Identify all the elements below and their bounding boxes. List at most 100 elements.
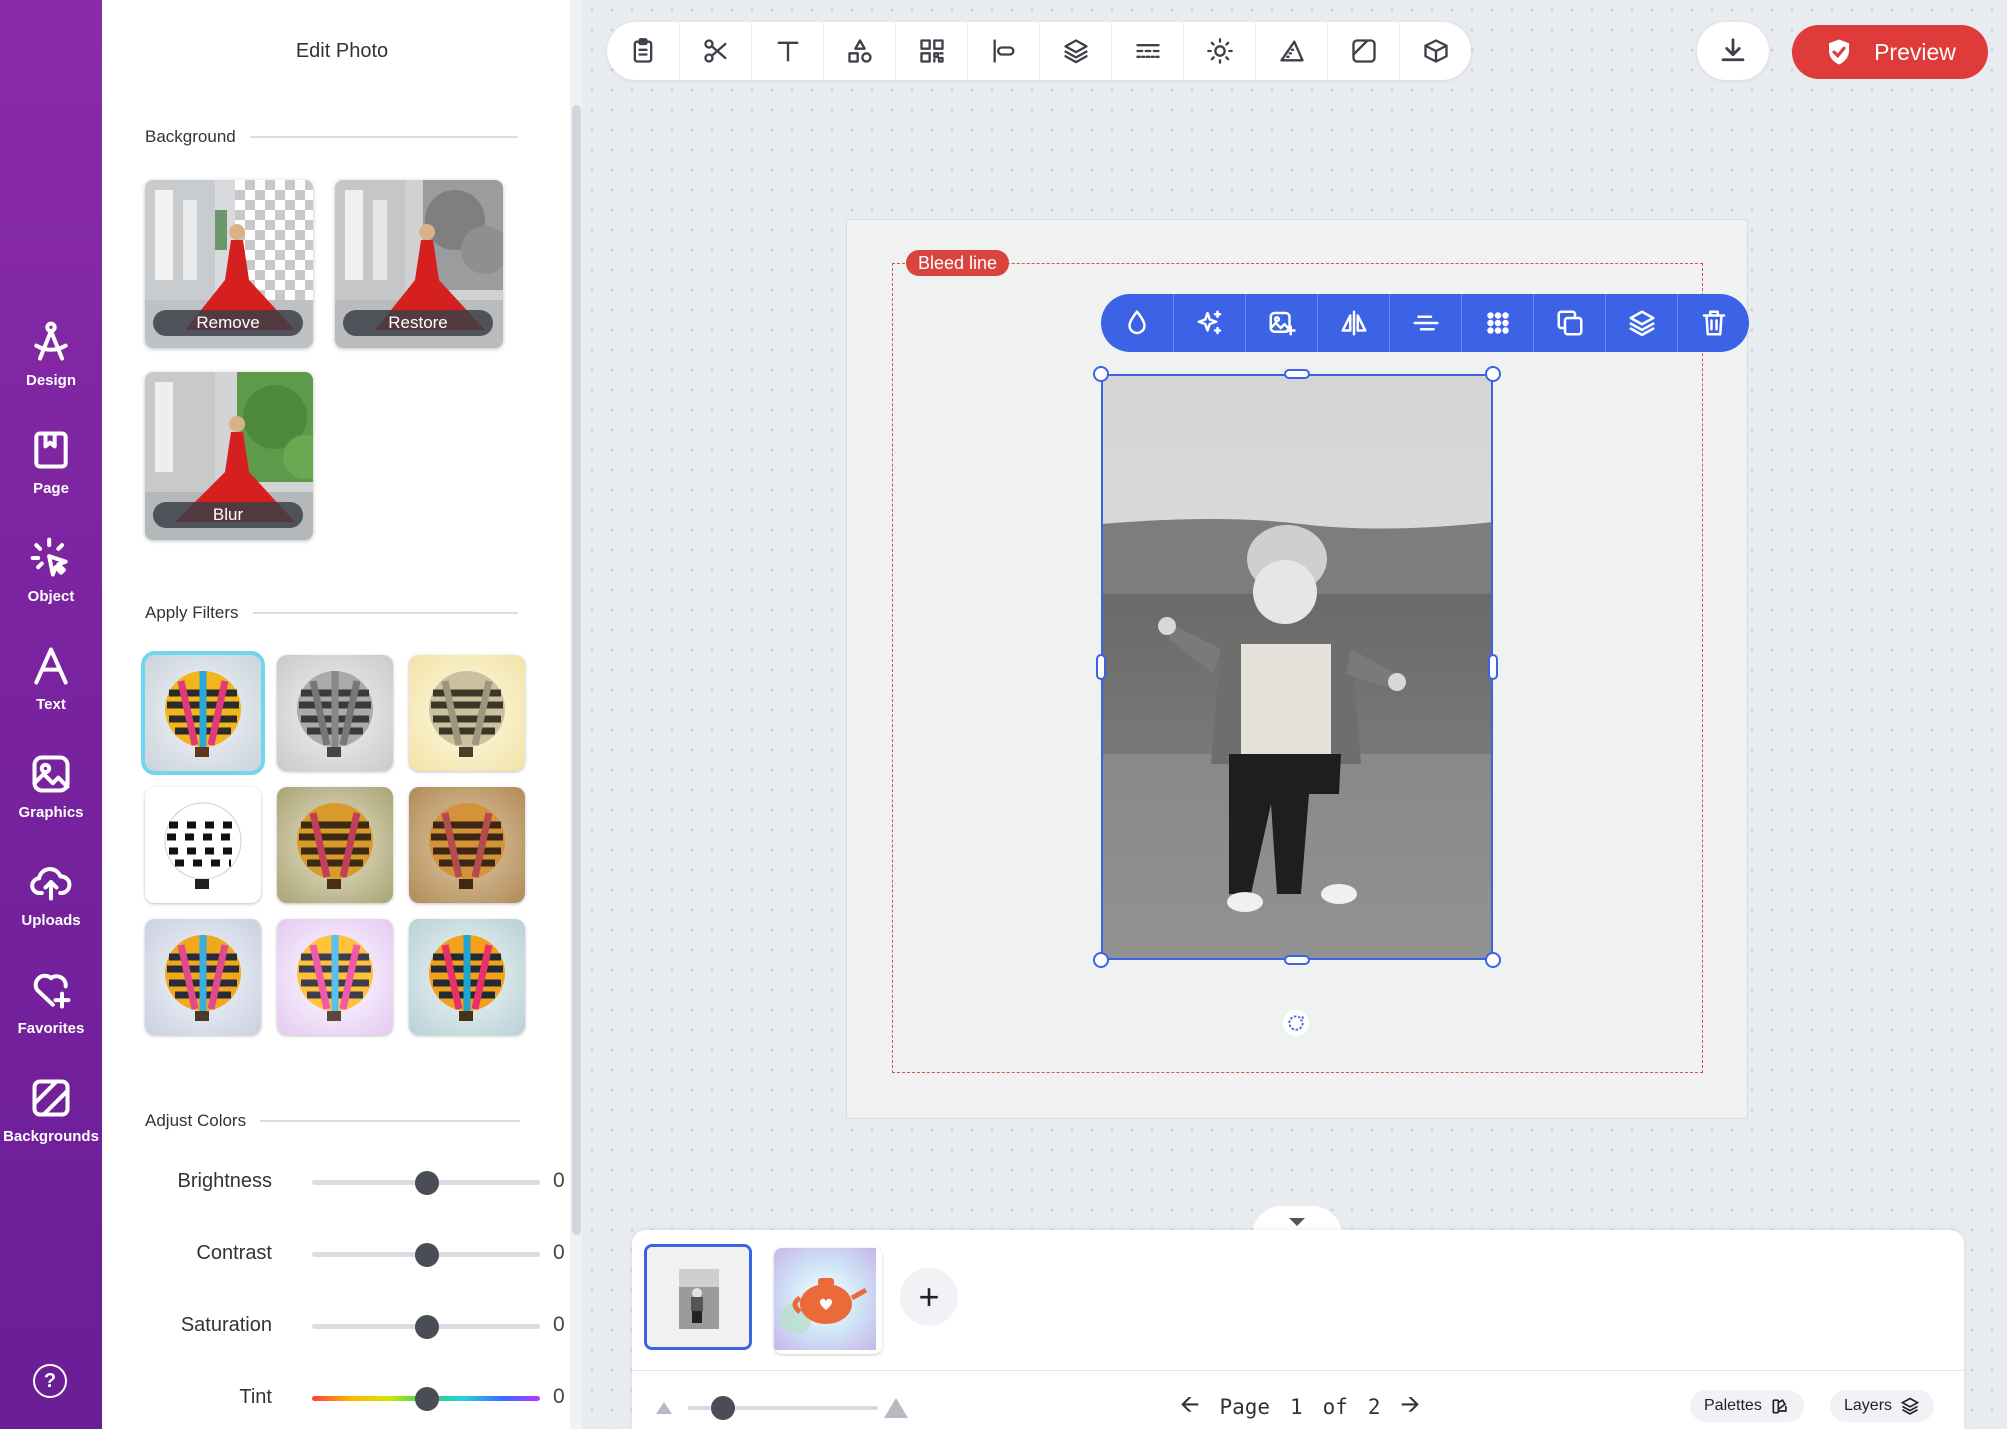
shapes-button[interactable] <box>823 22 895 80</box>
color-drop-button[interactable] <box>1101 294 1173 352</box>
filter-sketch[interactable] <box>145 787 261 903</box>
palettes-button[interactable]: Palettes <box>1690 1390 1804 1422</box>
align-button[interactable] <box>967 22 1039 80</box>
page-thumbnail-2[interactable] <box>774 1248 882 1354</box>
zoom-slider[interactable] <box>652 1392 972 1422</box>
align-center-button[interactable] <box>1389 294 1461 352</box>
rail-label: Backgrounds <box>3 1127 99 1145</box>
adjust-label: Saturation <box>180 1314 272 1336</box>
slider-knob[interactable] <box>415 1171 439 1195</box>
rail-object[interactable]: Object <box>0 522 102 618</box>
rail-backgrounds[interactable]: Backgrounds <box>0 1062 102 1158</box>
heart-plus-icon <box>33 973 71 1009</box>
help-icon[interactable]: ? <box>33 1364 67 1398</box>
palettes-label: Palettes <box>1704 1397 1762 1414</box>
palette-icon <box>1772 1399 1787 1414</box>
panel-scrollbar[interactable] <box>572 105 581 1235</box>
resize-handle-br[interactable] <box>1485 952 1501 968</box>
image-icon <box>32 754 70 793</box>
magic-button[interactable] <box>1173 294 1245 352</box>
ruler-button[interactable] <box>1255 22 1327 80</box>
clipboard-icon <box>633 38 653 63</box>
resize-handle-left[interactable] <box>1096 654 1106 680</box>
resize-handle-top[interactable] <box>1284 369 1310 379</box>
bg-blur-option[interactable]: Blur <box>145 372 313 540</box>
background-button[interactable] <box>1327 22 1399 80</box>
bg-restore-option[interactable]: Restore <box>335 180 503 348</box>
duplicate-button[interactable] <box>1533 294 1605 352</box>
page-thumbnail-1[interactable] <box>644 1244 752 1350</box>
brightness-button[interactable] <box>1183 22 1255 80</box>
filter-grayscale[interactable] <box>277 655 393 771</box>
adjust-value: 0 <box>553 1169 565 1192</box>
resize-handle-bl[interactable] <box>1093 952 1109 968</box>
text-tool-button[interactable] <box>751 22 823 80</box>
add-page-button[interactable]: + <box>900 1268 958 1326</box>
contrast-slider[interactable] <box>312 1243 540 1267</box>
next-page-arrow-icon[interactable]: 🡪 <box>1400 1387 1420 1428</box>
filter-vintage[interactable] <box>409 655 525 771</box>
balloon-thumbnail <box>429 803 505 889</box>
layers-panel-button[interactable]: Layers <box>1830 1390 1935 1422</box>
duplicate-icon <box>1557 310 1582 336</box>
tint-slider[interactable] <box>312 1387 540 1411</box>
divider <box>252 612 518 614</box>
filter-vivid[interactable] <box>409 919 525 1035</box>
scissors-icon <box>703 39 726 63</box>
resize-handle-right[interactable] <box>1488 654 1498 680</box>
slider-knob[interactable] <box>415 1315 439 1339</box>
resize-handle-bottom[interactable] <box>1284 955 1310 965</box>
brightness-slider[interactable] <box>312 1171 540 1195</box>
line-style-button[interactable] <box>1111 22 1183 80</box>
brightness-control: Brightness 0 <box>142 1164 572 1200</box>
page-preview <box>647 1247 749 1347</box>
qr-code-button[interactable] <box>895 22 967 80</box>
arrange-button[interactable] <box>1605 294 1677 352</box>
balloon-thumbnail <box>297 935 373 1021</box>
clipboard-button[interactable] <box>607 22 679 80</box>
replace-image-button[interactable] <box>1245 294 1317 352</box>
filter-warm[interactable] <box>277 787 393 903</box>
rail-text[interactable]: Text <box>0 630 102 726</box>
shapes-icon <box>847 39 872 63</box>
layers-icon <box>1900 1397 1920 1415</box>
slider-knob[interactable] <box>415 1243 439 1267</box>
rail-uploads[interactable]: Uploads <box>0 846 102 942</box>
prev-page-arrow-icon[interactable]: 🡨 <box>1180 1387 1200 1428</box>
rail-favorites[interactable]: Favorites <box>0 954 102 1050</box>
adjust-value: 0 <box>553 1241 565 1264</box>
filter-bright[interactable] <box>277 919 393 1035</box>
align-icon <box>993 39 1014 63</box>
cut-button[interactable] <box>679 22 751 80</box>
pattern-button[interactable] <box>1461 294 1533 352</box>
rail-page[interactable]: Page <box>0 414 102 510</box>
bg-remove-option[interactable]: Remove <box>145 180 313 348</box>
filter-sepia[interactable] <box>409 787 525 903</box>
compass-icon <box>34 321 68 361</box>
rail-graphics[interactable]: Graphics <box>0 738 102 834</box>
panel-title: Edit Photo <box>295 40 389 62</box>
3d-button[interactable] <box>1399 22 1471 80</box>
rail-label: Graphics <box>18 803 84 821</box>
rotate-handle[interactable] <box>1283 1010 1309 1036</box>
resize-handle-tl[interactable] <box>1093 366 1109 382</box>
object-context-toolbar <box>1101 294 1749 352</box>
section-title: Apply Filters <box>145 603 239 622</box>
layers-button[interactable] <box>1039 22 1111 80</box>
filter-cool[interactable] <box>145 919 261 1035</box>
saturation-slider[interactable] <box>312 1315 540 1339</box>
delete-button[interactable] <box>1677 294 1749 352</box>
brightness-icon <box>1206 38 1233 64</box>
download-button[interactable] <box>1697 22 1769 80</box>
divider <box>249 136 518 138</box>
divider <box>260 1120 521 1122</box>
page-navigator: 🡨 Page 1 of 2 🡪 <box>1180 1390 1420 1422</box>
flip-button[interactable] <box>1317 294 1389 352</box>
rail-design[interactable]: Design <box>0 306 102 402</box>
resize-handle-tr[interactable] <box>1485 366 1501 382</box>
bg-option-label: Blur <box>153 502 303 528</box>
preview-button[interactable]: Preview <box>1792 25 1988 79</box>
slider-knob[interactable] <box>415 1387 439 1411</box>
filter-original[interactable] <box>141 651 265 775</box>
pager-prefix: Page <box>1219 1395 1271 1419</box>
